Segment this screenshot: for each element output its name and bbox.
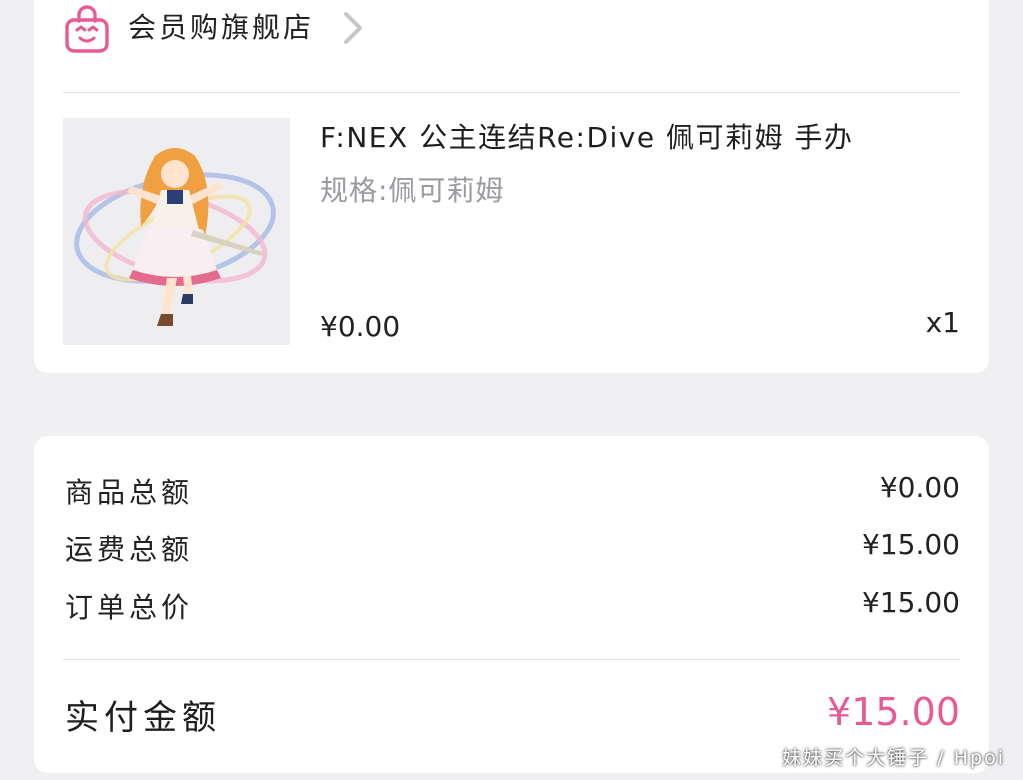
product-title[interactable]: F:NEX 公主连结Re:Dive 佩可莉姆 手办 — [320, 116, 853, 156]
paid-amount-label: 实付金额 — [65, 698, 221, 738]
product-price: ¥0.00 — [320, 310, 401, 343]
divider — [62, 92, 960, 93]
product-quantity: x1 — [925, 306, 960, 339]
store-name: 会员购旗舰店 — [128, 11, 315, 44]
order-summary-card: 商品总额 ¥0.00 运费总额 ¥15.00 订单总价 ¥15.00 实付金额 … — [34, 436, 989, 773]
order-total-label: 订单总价 — [65, 591, 194, 624]
shipping-total-label: 运费总额 — [65, 533, 194, 566]
watermark: 妹妹买个大锤子 / Hpoi — [782, 747, 1005, 769]
product-spec: 规格:佩可莉姆 — [320, 174, 505, 207]
store-card: 会员购旗舰店 F:NEX 公主连结Re:Dive 佩可莉姆 手办 规格:佩可莉姆… — [34, 0, 989, 373]
store-header[interactable]: 会员购旗舰店 — [34, 0, 989, 78]
shopping-bag-icon — [64, 4, 110, 54]
chevron-right-icon — [340, 8, 366, 48]
shipping-total-value: ¥15.00 — [862, 528, 960, 561]
goods-total-label: 商品总额 — [65, 476, 194, 509]
divider — [62, 659, 960, 660]
goods-total-value: ¥0.00 — [879, 471, 960, 504]
paid-amount-value: ¥15.00 — [827, 690, 960, 734]
order-total-value: ¥15.00 — [862, 586, 960, 619]
product-image[interactable] — [63, 118, 290, 345]
